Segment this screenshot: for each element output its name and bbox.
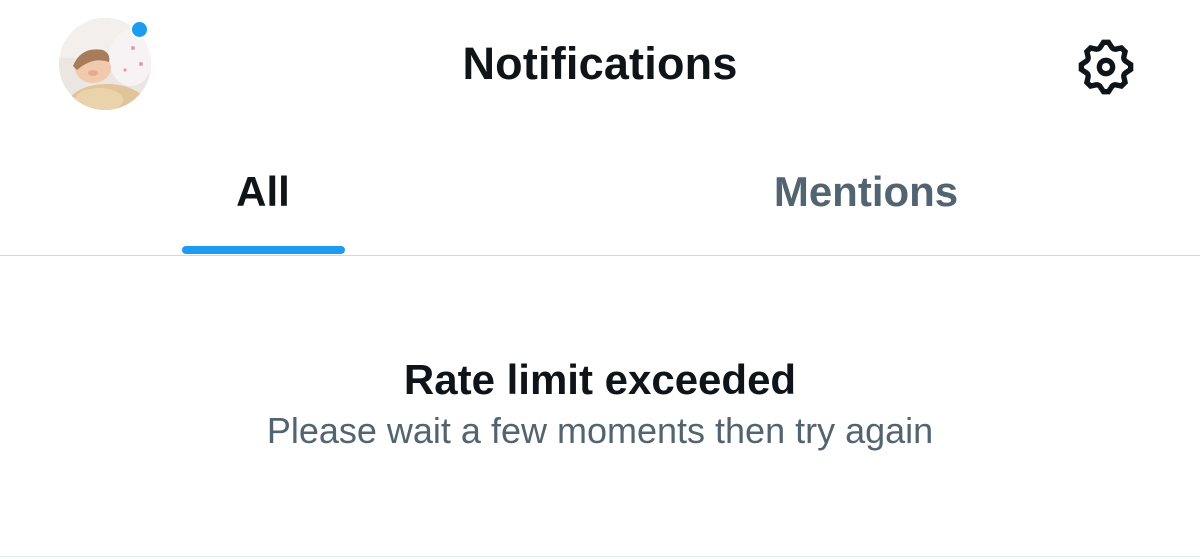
error-title: Rate limit exceeded	[403, 356, 797, 403]
notification-tabs: All Mentions	[0, 128, 1200, 256]
notifications-screen: Notifications All Mentions Rate limit ex…	[0, 0, 1200, 559]
top-bar: Notifications	[0, 0, 1200, 128]
tabs-divider	[0, 255, 1200, 256]
tab-mentions-label: Mentions	[773, 168, 959, 215]
tab-all-label: All	[236, 168, 290, 215]
error-subtitle: Please wait a few moments then try again	[266, 410, 934, 451]
tab-all[interactable]: All	[0, 128, 600, 256]
bottom-divider	[0, 556, 1200, 557]
error-message: Rate limit exceeded Please wait a few mo…	[0, 355, 1200, 453]
selected-tab-indicator	[182, 246, 345, 254]
gear-icon	[1078, 39, 1134, 95]
tab-mentions[interactable]: Mentions	[600, 128, 1200, 256]
settings-button[interactable]	[1074, 35, 1138, 99]
page-title: Notifications	[462, 38, 738, 89]
